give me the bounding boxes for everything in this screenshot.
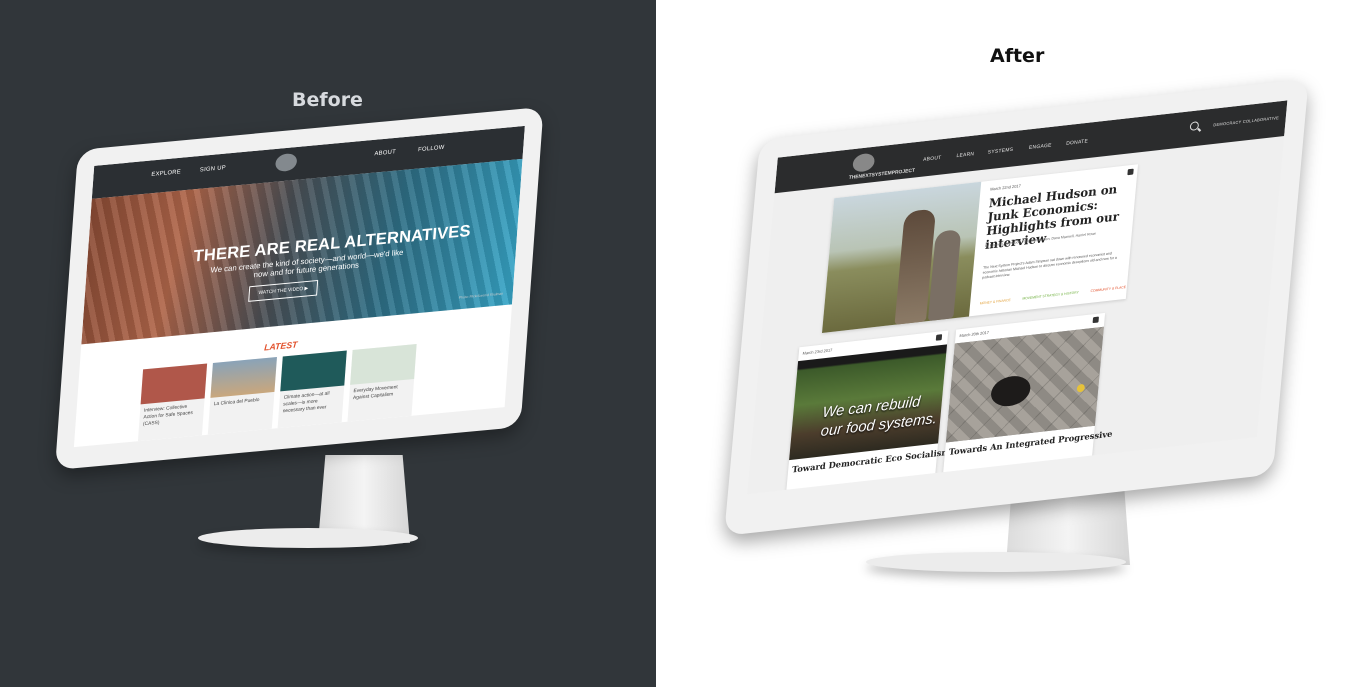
before-nav-about[interactable]: ABOUT [374,149,396,157]
after-caption: After [990,45,1045,67]
tag-link[interactable]: MOVEMENT STRATEGY & HISTORY [1022,290,1079,300]
card-date: March 20th 2017 [959,329,990,339]
before-nav-explore[interactable]: EXPLORE [151,169,181,178]
after-monitor: THENEXTSYSTEMPROJECT ABOUT LEARN SYSTEMS… [724,78,1309,537]
before-monitor-base [198,528,418,548]
before-card[interactable]: Everyday Movement Against Capitalism [347,344,417,422]
video-icon [935,334,943,341]
card-image: We can rebuild our food systems. [789,344,948,461]
before-nav-follow[interactable]: FOLLOW [418,145,445,153]
after-nav-learn[interactable]: LEARN [956,151,974,159]
card-label: Climate action—at all scales—is more nec… [282,390,330,415]
feature-description: The Next System Project's Adam Simpson s… [982,251,1118,280]
card-image [945,326,1104,443]
tag-link[interactable]: COMMUNITY & PLACE [1090,285,1126,293]
card-image-text: We can rebuild our food systems. [820,393,938,440]
after-logo-icon[interactable] [852,152,876,173]
before-logo-icon[interactable] [274,152,298,173]
before-card[interactable]: Climate action—at all scales—is more nec… [277,350,347,429]
latest-heading: LATEST [263,339,298,353]
card-date: March 23rd 2017 [802,347,833,356]
before-card[interactable]: La Clinica del Pueblo [207,357,277,435]
tag-link[interactable]: MONEY & FINANCE [980,298,1011,305]
card-image-coin [1076,383,1086,393]
before-screen: EXPLORE SIGN UP ABOUT FOLLOW THERE ARE R… [73,125,525,448]
article-card[interactable]: March 23rd 2017 We can rebuild our food … [785,330,951,495]
card-label: Interview: Collective Action for Safe Sp… [142,403,194,428]
feature-image [822,181,982,333]
after-screen: THENEXTSYSTEMPROJECT ABOUT LEARN SYSTEMS… [747,100,1288,495]
after-monitor-base [866,552,1126,572]
article-type-icon [1127,168,1134,176]
card-label: Everyday Movement Against Capitalism [352,384,398,402]
partner-logo-text[interactable]: DEMOCRACY COLLABORATIVE [1213,115,1279,127]
before-panel: Before EXPLORE SIGN UP ABOUT FOLLOW THER… [0,0,656,687]
card-image-person [989,374,1032,409]
feature-date: March 22nd 2017 [990,183,1022,192]
after-nav-systems[interactable]: SYSTEMS [988,147,1014,156]
before-monitor: EXPLORE SIGN UP ABOUT FOLLOW THERE ARE R… [54,106,544,471]
before-caption: Before [292,89,363,111]
before-card[interactable]: Interview: Collective Action for Safe Sp… [137,363,208,442]
search-icon[interactable] [1189,121,1200,131]
feature-article[interactable]: March 22nd 2017 Michael Hudson on Junk E… [822,164,1139,333]
after-nav-about[interactable]: ABOUT [923,155,942,163]
after-nav-engage[interactable]: ENGAGE [1029,143,1052,151]
article-type-icon [1092,316,1099,324]
feature-tags: MONEY & FINANCE MOVEMENT STRATEGY & HIST… [980,285,1126,305]
after-nav-donate[interactable]: DONATE [1066,138,1088,146]
article-card[interactable]: March 20th 2017 Towards An Integrated Pr… [942,312,1113,479]
before-nav-sign-up[interactable]: SIGN UP [200,165,226,173]
